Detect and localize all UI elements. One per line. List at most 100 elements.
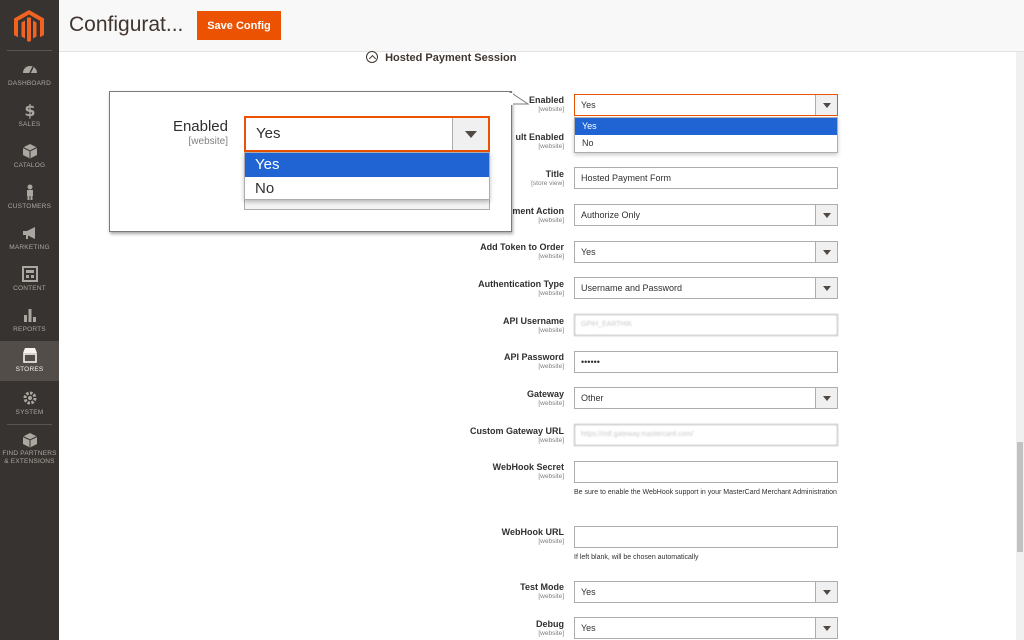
sidebar-item-sales[interactable]: $ SALES (0, 99, 59, 140)
chevron-down-icon (815, 278, 837, 298)
zoom-option-yes: Yes (245, 153, 489, 177)
box-icon (22, 144, 37, 159)
api-username-label: API Username (502, 316, 564, 326)
zoom-option-no: No (255, 180, 275, 197)
sidebar-item-catalog[interactable]: CATALOG (0, 140, 59, 181)
page-scrollbar[interactable] (1016, 52, 1024, 640)
zoom-enabled-label: Enabled (172, 118, 228, 135)
webhook-url-input[interactable] (574, 526, 838, 548)
gateway-scope: [website] (538, 400, 564, 407)
sidebar-item-reports[interactable]: REPORTS (0, 304, 59, 345)
sidebar-item-content[interactable]: CONTENT (0, 263, 59, 304)
bar-chart-icon (23, 309, 36, 322)
dollar-icon: $ (24, 101, 35, 119)
custom-gateway-url-label: Custom Gateway URL (469, 426, 564, 436)
save-config-button[interactable]: Save Config (197, 11, 281, 40)
dashboard-icon (22, 66, 37, 74)
section-hosted-payment-session[interactable]: Hosted Payment Session (366, 51, 517, 64)
enabled-dropdown-list: Yes No (574, 117, 838, 153)
callout-pointer (508, 90, 530, 105)
auth-type-label: Authentication Type (478, 279, 564, 289)
sidebar-item-customers[interactable]: CUSTOMERS (0, 181, 59, 222)
webhook-secret-note: Be sure to enable the WebHook support in… (574, 489, 837, 496)
admin-sidebar: DASHBOARD $ SALES CATALOG CUSTOMERS MARK… (0, 0, 59, 640)
page-title: Configurat... (69, 13, 184, 36)
person-icon (26, 184, 33, 200)
auth-type-scope: [website] (538, 290, 564, 297)
sidebar-item-label: CUSTOMERS (7, 203, 52, 210)
enabled-select[interactable]: Yes (574, 94, 838, 116)
sidebar-divider (7, 50, 52, 51)
add-token-select[interactable]: Yes (574, 241, 838, 263)
chevron-down-icon (815, 205, 837, 225)
page-header: Configurat... Save Config (59, 0, 1024, 52)
webhook-secret-label: WebHook Secret (492, 462, 564, 472)
test-mode-scope: [website] (538, 593, 564, 600)
debug-label: Debug (536, 619, 564, 629)
add-token-scope: [website] (538, 253, 564, 260)
enabled-option-no[interactable]: No (575, 135, 837, 152)
api-password-input[interactable]: •••••• (574, 351, 838, 373)
api-password-scope: [website] (538, 363, 564, 370)
api-username-input[interactable]: GPIH_EARTHIK (574, 314, 838, 336)
chevron-down-icon (815, 242, 837, 262)
auth-type-value: Username and Password (581, 283, 683, 293)
zoom-dropdown-list: Yes No (244, 152, 490, 200)
webhook-url-note: If left blank, will be chosen automatica… (574, 554, 699, 561)
enabled-option-yes[interactable]: Yes (575, 118, 837, 135)
gateway-value: Other (581, 393, 604, 403)
chevron-down-icon (815, 95, 837, 115)
zoom-callout: Enabled [website] Yes Yes No (109, 91, 512, 232)
debug-scope: [website] (538, 630, 564, 637)
chevron-down-icon (815, 618, 837, 638)
sidebar-item-marketing[interactable]: MARKETING (0, 222, 59, 263)
svg-text:$: $ (24, 101, 35, 119)
chevron-down-icon (815, 388, 837, 408)
sidebar-item-label: STORES (15, 366, 44, 373)
gateway-select[interactable]: Other (574, 387, 838, 409)
chevron-down-icon (452, 118, 488, 150)
sidebar-item-label: MARKETING (9, 244, 50, 251)
test-mode-value: Yes (581, 587, 596, 597)
sidebar-item-label: SALES (18, 121, 41, 128)
title-input[interactable]: Hosted Payment Form (574, 167, 838, 189)
magento-logo-icon[interactable] (14, 10, 44, 42)
test-mode-label: Test Mode (520, 582, 564, 592)
sidebar-item-find-partners[interactable]: FIND PARTNERS & EXTENSIONS (0, 429, 59, 469)
section-title: Hosted Payment Session (385, 52, 517, 64)
debug-value: Yes (581, 623, 596, 633)
payment-action-select[interactable]: Authorize Only (574, 204, 838, 226)
collapse-icon (366, 51, 378, 64)
sidebar-item-label: SYSTEM (15, 409, 44, 416)
sidebar-item-label: REPORTS (13, 326, 46, 333)
layout-icon (21, 266, 38, 282)
gateway-label: Gateway (526, 389, 564, 399)
sidebar-item-label: & EXTENSIONS (4, 458, 55, 465)
sidebar-item-label: DASHBOARD (8, 80, 51, 87)
webhook-secret-scope: [website] (538, 473, 564, 480)
webhook-url-scope: [website] (538, 538, 564, 545)
custom-gateway-url-scope: [website] (538, 437, 564, 444)
zoom-enabled-select: Yes (244, 116, 490, 152)
scrollbar-thumb[interactable] (1017, 442, 1023, 552)
zoom-enabled-value: Yes (256, 125, 281, 142)
test-mode-select[interactable]: Yes (574, 581, 838, 603)
sidebar-item-dashboard[interactable]: DASHBOARD (0, 58, 59, 99)
cube-icon (22, 433, 37, 448)
auth-type-select[interactable]: Username and Password (574, 277, 838, 299)
store-icon (22, 348, 37, 363)
megaphone-icon (22, 227, 35, 239)
zoom-enabled-scope: [website] (188, 136, 228, 147)
webhook-url-label: WebHook URL (501, 527, 564, 537)
webhook-secret-input[interactable] (574, 461, 838, 483)
sidebar-item-label: FIND PARTNERS (2, 450, 57, 457)
sidebar-item-system[interactable]: SYSTEM (0, 387, 59, 428)
sidebar-divider (7, 424, 52, 425)
sidebar-item-label: CONTENT (13, 285, 46, 292)
sidebar-item-stores[interactable]: STORES (0, 341, 59, 381)
custom-gateway-url-input[interactable]: https://mtf.gateway.mastercard.com/ (574, 424, 838, 446)
enabled-value: Yes (581, 100, 596, 110)
debug-select[interactable]: Yes (574, 617, 838, 639)
chevron-down-icon (815, 582, 837, 602)
add-token-value: Yes (581, 247, 596, 257)
